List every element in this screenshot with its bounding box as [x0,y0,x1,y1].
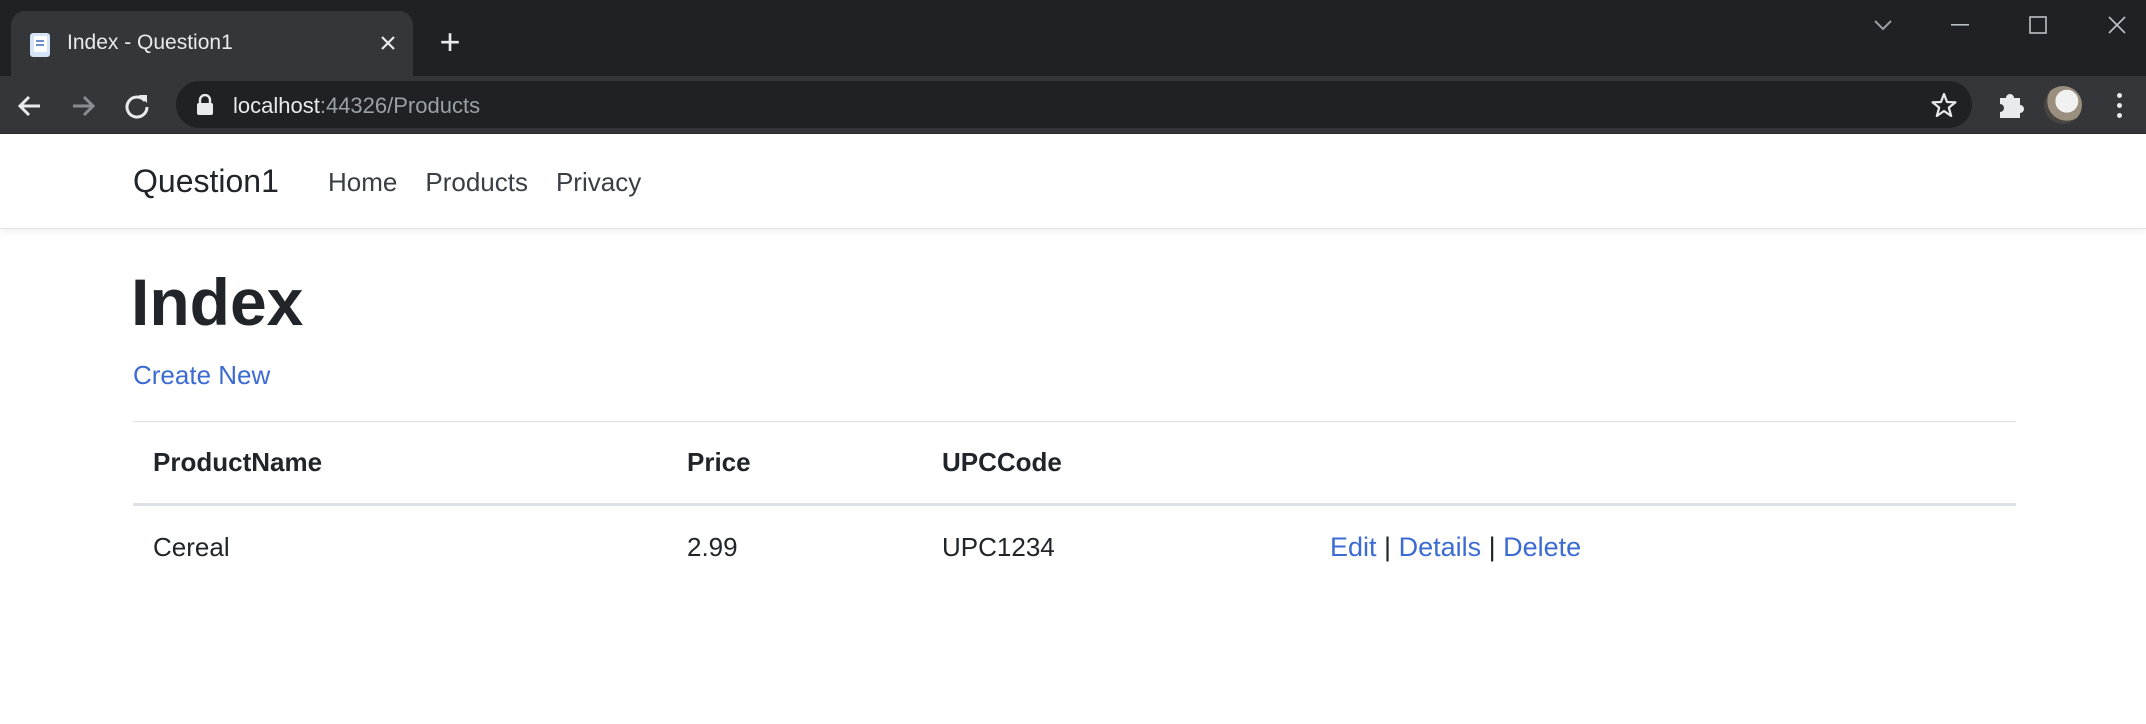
browser-titlebar: Index - Question1 + [0,0,2146,84]
tab-title: Index - Question1 [67,31,233,54]
site-nav-links: Home Products Privacy [328,167,641,198]
nav-home-link[interactable]: Home [328,167,397,198]
site-brand-link[interactable]: Question1 [133,163,279,200]
profile-avatar[interactable] [2044,86,2082,124]
minimize-icon[interactable] [1935,8,1985,42]
browser-tab[interactable]: Index - Question1 [11,11,413,84]
new-tab-button[interactable]: + [431,24,469,63]
tab-search-icon[interactable] [1858,8,1908,42]
column-header-productname: ProductName [153,447,323,477]
reload-icon[interactable] [117,86,157,126]
page-title: Index [131,265,304,339]
bookmark-star-icon[interactable] [1930,91,1958,119]
maximize-icon[interactable] [2013,8,2063,42]
edit-link[interactable]: Edit [1330,532,1377,562]
close-tab-icon[interactable] [376,31,400,55]
url-text[interactable]: localhost:44326/Products [233,93,480,119]
page-content: Question1 Home Products Privacy Index Cr… [0,134,2146,724]
cell-price: 2.99 [687,532,738,562]
products-table: ProductName Price UPCCode Cereal 2.99 UP… [133,421,2016,590]
nav-privacy-link[interactable]: Privacy [556,167,641,198]
site-navbar: Question1 Home Products Privacy [0,134,2146,229]
column-header-upccode: UPCCode [942,447,1062,477]
row-actions: Edit | Details | Delete [1330,532,1581,563]
table-row: Cereal 2.99 UPC1234 Edit | Details | Del… [133,506,2016,590]
url-path: :44326/Products [319,93,481,118]
column-header-price: Price [687,447,751,477]
close-window-icon[interactable] [2092,8,2142,42]
url-host: localhost [233,93,320,118]
create-new-link[interactable]: Create New [133,360,270,391]
delete-link[interactable]: Delete [1503,532,1581,562]
cell-upc-code: UPC1234 [942,532,1055,562]
address-bar[interactable]: localhost:44326/Products [176,81,1972,128]
table-header-row: ProductName Price UPCCode [133,422,2016,506]
browser-menu-icon[interactable] [2104,88,2134,122]
forward-arrow-icon[interactable] [63,86,103,126]
browser-toolbar: localhost:44326/Products [0,76,2146,134]
page-icon [30,33,50,57]
back-arrow-icon[interactable] [10,86,50,126]
extensions-puzzle-icon[interactable] [1994,88,2028,122]
action-separator: | [1488,532,1496,562]
details-link[interactable]: Details [1399,532,1482,562]
lock-icon[interactable] [196,94,214,116]
action-separator: | [1384,532,1392,562]
nav-products-link[interactable]: Products [425,167,528,198]
cell-product-name: Cereal [153,532,230,562]
